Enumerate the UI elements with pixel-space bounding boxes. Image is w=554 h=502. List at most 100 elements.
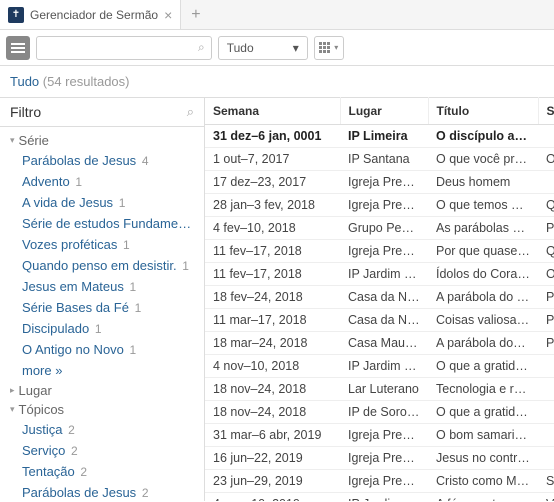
close-icon[interactable]: × [164, 7, 172, 23]
col-header-lugar[interactable]: Lugar [340, 98, 428, 125]
filter-item[interactable]: Discipulado 1 [0, 318, 204, 339]
tab-title: Gerenciador de Sermão [30, 8, 158, 22]
filter-item-label: Quando penso em desistir. [22, 258, 177, 273]
chevron-icon: ▾ [10, 404, 15, 415]
filter-group[interactable]: ▸Lugar [0, 381, 204, 400]
cell-serie: O Antigo [538, 148, 554, 171]
table-row[interactable]: 4 fev–10, 2018Grupo Peque…As parábolas d… [205, 217, 554, 240]
cell-semana: 17 dez–23, 2017 [205, 171, 340, 194]
filter-item[interactable]: Serviço 2 [0, 440, 204, 461]
filter-item[interactable]: Quando penso em desistir. 1 [0, 255, 204, 276]
cell-serie [538, 171, 554, 194]
col-header-titulo[interactable]: Título [428, 98, 538, 125]
tab-active[interactable]: ✝ Gerenciador de Sermão × [0, 0, 181, 29]
filter-item[interactable]: Série de estudos Fundame… [0, 213, 204, 234]
filter-item-label: Jesus em Mateus [22, 279, 124, 294]
cell-serie [538, 378, 554, 401]
filter-item-label: Serviço [22, 443, 65, 458]
cell-lugar: Igreja Presbit… [340, 447, 428, 470]
table-row[interactable]: 18 nov–24, 2018Lar LuteranoTecnologia e … [205, 378, 554, 401]
filter-item[interactable]: Jesus em Mateus 1 [0, 276, 204, 297]
table-row[interactable]: 11 mar–17, 2018Casa da Noel…Coisas valio… [205, 309, 554, 332]
cell-semana: 18 fev–24, 2018 [205, 286, 340, 309]
filter-item[interactable]: Série Bases da Fé 1 [0, 297, 204, 318]
view-mode-button[interactable]: ▾ [314, 36, 344, 60]
filter-item[interactable]: Parábolas de Jesus 2 [0, 482, 204, 497]
cell-titulo: A parábola do Se… [428, 286, 538, 309]
table-row[interactable]: 28 jan–3 fev, 2018Igreja Presbit…O que t… [205, 194, 554, 217]
cell-semana: 4 nov–10, 2018 [205, 355, 340, 378]
cell-titulo: O que a gratidão … [428, 355, 538, 378]
cell-serie: Parábola [538, 309, 554, 332]
table-row[interactable]: 18 fev–24, 2018Casa da Noel…A parábola d… [205, 286, 554, 309]
cell-semana: 28 jan–3 fev, 2018 [205, 194, 340, 217]
filter-item[interactable]: more » [0, 360, 204, 381]
table-row[interactable]: 11 fev–17, 2018Igreja Presbit…Por que qu… [205, 240, 554, 263]
cell-serie: Quando [538, 240, 554, 263]
cell-titulo: As parábolas de… [428, 217, 538, 240]
filter-item[interactable]: Advento 1 [0, 171, 204, 192]
filter-search-icon[interactable]: ⌕ [187, 104, 194, 120]
filter-group-label: Série [19, 133, 49, 148]
filter-item-label: A vida de Jesus [22, 195, 113, 210]
cell-titulo: O discípulo apro… [428, 125, 538, 148]
cell-titulo: O que temos de … [428, 194, 538, 217]
filter-item-count: 1 [182, 259, 189, 273]
col-header-serie[interactable]: Série [538, 98, 554, 125]
filter-item-label: Série Bases da Fé [22, 300, 129, 315]
filter-item[interactable]: Justiça 2 [0, 419, 204, 440]
cell-serie [538, 355, 554, 378]
results-label[interactable]: Tudo [10, 74, 39, 89]
filter-item[interactable]: Tentação 2 [0, 461, 204, 482]
table-row[interactable]: 23 jun–29, 2019Igreja Presbit…Cristo com… [205, 470, 554, 493]
filter-item[interactable]: O Antigo no Novo 1 [0, 339, 204, 360]
cell-lugar: Igreja Presbit… [340, 240, 428, 263]
filter-item-label: Justiça [22, 422, 62, 437]
table-row[interactable]: 18 nov–24, 2018IP de SorocabaO que a gra… [205, 401, 554, 424]
filter-group[interactable]: ▾Série [0, 131, 204, 150]
cell-lugar: Igreja Presbit… [340, 171, 428, 194]
cell-serie [538, 125, 554, 148]
filter-item-label: O Antigo no Novo [22, 342, 124, 357]
table-row[interactable]: 11 fev–17, 2018IP Jardim Sa…Ídolos do Co… [205, 263, 554, 286]
filter-item-label: Advento [22, 174, 70, 189]
cell-lugar: Casa da Noel… [340, 286, 428, 309]
filter-group[interactable]: ▾Tópicos [0, 400, 204, 419]
table-row[interactable]: 4 nov–10, 2018IP Jardim Sa…O que a grati… [205, 355, 554, 378]
filter-item-count: 1 [119, 196, 126, 210]
cell-serie: Quando [538, 194, 554, 217]
cell-serie: Parábola [538, 332, 554, 355]
filter-item[interactable]: Parábolas de Jesus 4 [0, 150, 204, 171]
table-row[interactable]: 4 ago–10, 2019IP Jardim Sa…A fé que atua… [205, 493, 554, 502]
chevron-down-icon: ▾ [334, 43, 338, 52]
search-icon[interactable]: ⌕ [198, 40, 205, 55]
grid-icon [319, 42, 331, 54]
cell-semana: 23 jun–29, 2019 [205, 470, 340, 493]
filter-item[interactable]: Vozes proféticas 1 [0, 234, 204, 255]
app-icon: ✝ [8, 7, 24, 23]
cell-semana: 11 fev–17, 2018 [205, 240, 340, 263]
table-row[interactable]: 18 mar–24, 2018Casa Mauro e…A parábola d… [205, 332, 554, 355]
cell-lugar: IP Jardim Sa… [340, 355, 428, 378]
table-row[interactable]: 17 dez–23, 2017Igreja Presbit…Deus homem [205, 171, 554, 194]
table-row[interactable]: 31 mar–6 abr, 2019Igreja Presbit…O bom s… [205, 424, 554, 447]
filter-dropdown[interactable]: Tudo ▾ [218, 36, 308, 60]
filter-item-count: 1 [130, 280, 137, 294]
add-tab-button[interactable]: + [181, 6, 210, 24]
col-header-semana[interactable]: Semana [205, 98, 340, 125]
cell-titulo: O que a gratidão … [428, 401, 538, 424]
filter-item-count: 2 [71, 444, 78, 458]
table-row[interactable]: 1 out–7, 2017IP SantanaO que você preci…… [205, 148, 554, 171]
cell-serie: Os 10 m [538, 263, 554, 286]
search-input[interactable] [43, 41, 198, 55]
hamburger-icon [11, 47, 25, 49]
search-box[interactable]: ⌕ [36, 36, 212, 60]
filter-item-count: 1 [75, 175, 82, 189]
table-container: Semana Lugar Título Série 31 dez–6 jan, … [205, 97, 554, 501]
table-row[interactable]: 31 dez–6 jan, 0001IP LimeiraO discípulo … [205, 125, 554, 148]
cell-titulo: Coisas valiosas e… [428, 309, 538, 332]
table-row[interactable]: 16 jun–22, 2019Igreja Presbit…Jesus no c… [205, 447, 554, 470]
menu-button[interactable] [6, 36, 30, 60]
cell-titulo: O bom samaritan… [428, 424, 538, 447]
filter-item[interactable]: A vida de Jesus 1 [0, 192, 204, 213]
